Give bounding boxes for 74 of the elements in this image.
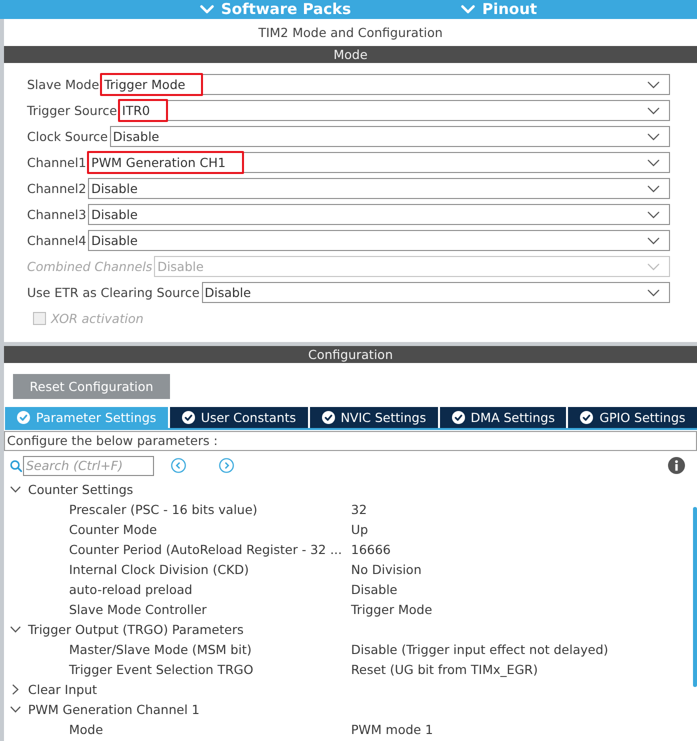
checkbox-label: XOR activation: [51, 310, 144, 326]
dropdown[interactable]: Disable: [110, 126, 670, 147]
parameter-name: Slave Mode Controller: [69, 602, 208, 616]
tab[interactable]: User Constants: [170, 407, 308, 428]
parameter-name: Counter Period (AutoReload Register - 32 ...: [69, 542, 343, 556]
chevron-down-icon: [647, 158, 660, 166]
tree-group-toggle[interactable]: Counter Settings: [10, 482, 134, 496]
field-label: Channel3: [27, 207, 86, 222]
chevron-down-icon: [10, 486, 21, 492]
check-circle-icon: [452, 411, 465, 424]
parameter-name: Counter Mode: [69, 522, 158, 536]
parameter-name: Master/Slave Mode (MSM bit): [69, 642, 253, 656]
parameter-name: auto-reload preload: [69, 582, 194, 596]
dropdown[interactable]: ITR0: [119, 100, 670, 121]
dropdown[interactable]: Disable: [88, 178, 670, 199]
parameter-value: PWM mode 1: [351, 722, 434, 736]
dropdown[interactable]: Trigger Mode: [101, 74, 670, 95]
chevron-down-icon: [10, 706, 21, 712]
section-header: Configuration: [4, 346, 697, 363]
check-circle-icon: [17, 411, 30, 424]
dropdown[interactable]: Disable: [88, 230, 670, 251]
parameter-value: 16666: [351, 542, 392, 556]
chevron-down-icon: [647, 106, 660, 114]
check-circle-icon: [322, 411, 335, 424]
parameter-value: Trigger Mode: [351, 602, 434, 616]
field-label: Trigger Source: [27, 103, 118, 118]
parameter-name: Trigger Event Selection TRGO: [69, 662, 254, 676]
parameter-value: Disable (Trigger input effect not delayed): [351, 642, 610, 656]
check-circle-icon: [580, 411, 594, 424]
dropdown[interactable]: Disable: [88, 204, 670, 225]
field-label: Slave Mode: [27, 77, 100, 92]
tree-group-toggle[interactable]: Clear Input: [10, 682, 98, 696]
hint-text: Configure the below parameters :: [4, 431, 697, 451]
chevron-down-icon: [647, 132, 660, 140]
parameter-value: Disable: [351, 582, 398, 596]
next-icon[interactable]: [219, 458, 234, 473]
field-label: Channel4: [27, 233, 86, 248]
parameter-value: Reset (UG bit from TIMx_EGR): [351, 662, 539, 676]
parameter-name: Internal Clock Division (CKD): [69, 562, 250, 576]
previous-icon[interactable]: [171, 458, 186, 473]
panel-title: TIM2 Mode and Configuration: [257, 24, 444, 42]
tab[interactable]: NVIC Settings: [310, 407, 438, 428]
chevron-down-icon: [647, 210, 660, 218]
chevron-right-icon: [12, 684, 19, 694]
tree-group-toggle[interactable]: Trigger Output (TRGO) Parameters: [10, 622, 244, 636]
parameter-value: Up: [351, 522, 370, 536]
chevron-down-icon: [647, 288, 660, 296]
field-label: Combined Channels: [27, 259, 152, 274]
check-circle-icon: [182, 411, 195, 424]
tab[interactable]: GPIO Settings: [568, 407, 697, 428]
field-label: Use ETR as Clearing Source: [27, 285, 200, 300]
scrollbar-thumb[interactable]: [693, 507, 697, 687]
chevron-down-icon: [647, 236, 660, 244]
info-icon[interactable]: [668, 457, 685, 474]
section-header: Mode: [4, 46, 697, 63]
field-label: Channel1: [27, 155, 86, 170]
tree-group-toggle[interactable]: PWM Generation Channel 1: [10, 702, 200, 716]
parameter-value: 32: [351, 502, 368, 516]
tab[interactable]: DMA Settings: [440, 407, 566, 428]
chevron-down-icon: [647, 262, 660, 270]
parameter-name: Mode: [69, 722, 104, 736]
field-label: Clock Source: [27, 129, 108, 144]
chevron-down-icon: [647, 80, 660, 88]
search-icon: [10, 460, 22, 472]
parameter-value: No Division: [351, 562, 422, 576]
chevron-down-icon: [200, 5, 214, 14]
chevron-down-icon: [461, 5, 476, 14]
dropdown[interactable]: PWM Generation CH1: [88, 152, 670, 173]
search-field[interactable]: Search (Ctrl+F): [23, 456, 154, 476]
field-label: Channel2: [27, 181, 86, 196]
chevron-down-icon: [10, 626, 21, 632]
dropdown[interactable]: Disable: [202, 282, 670, 303]
parameter-name: Prescaler (PSC - 16 bits value): [69, 502, 258, 516]
chevron-down-icon: [647, 184, 660, 192]
